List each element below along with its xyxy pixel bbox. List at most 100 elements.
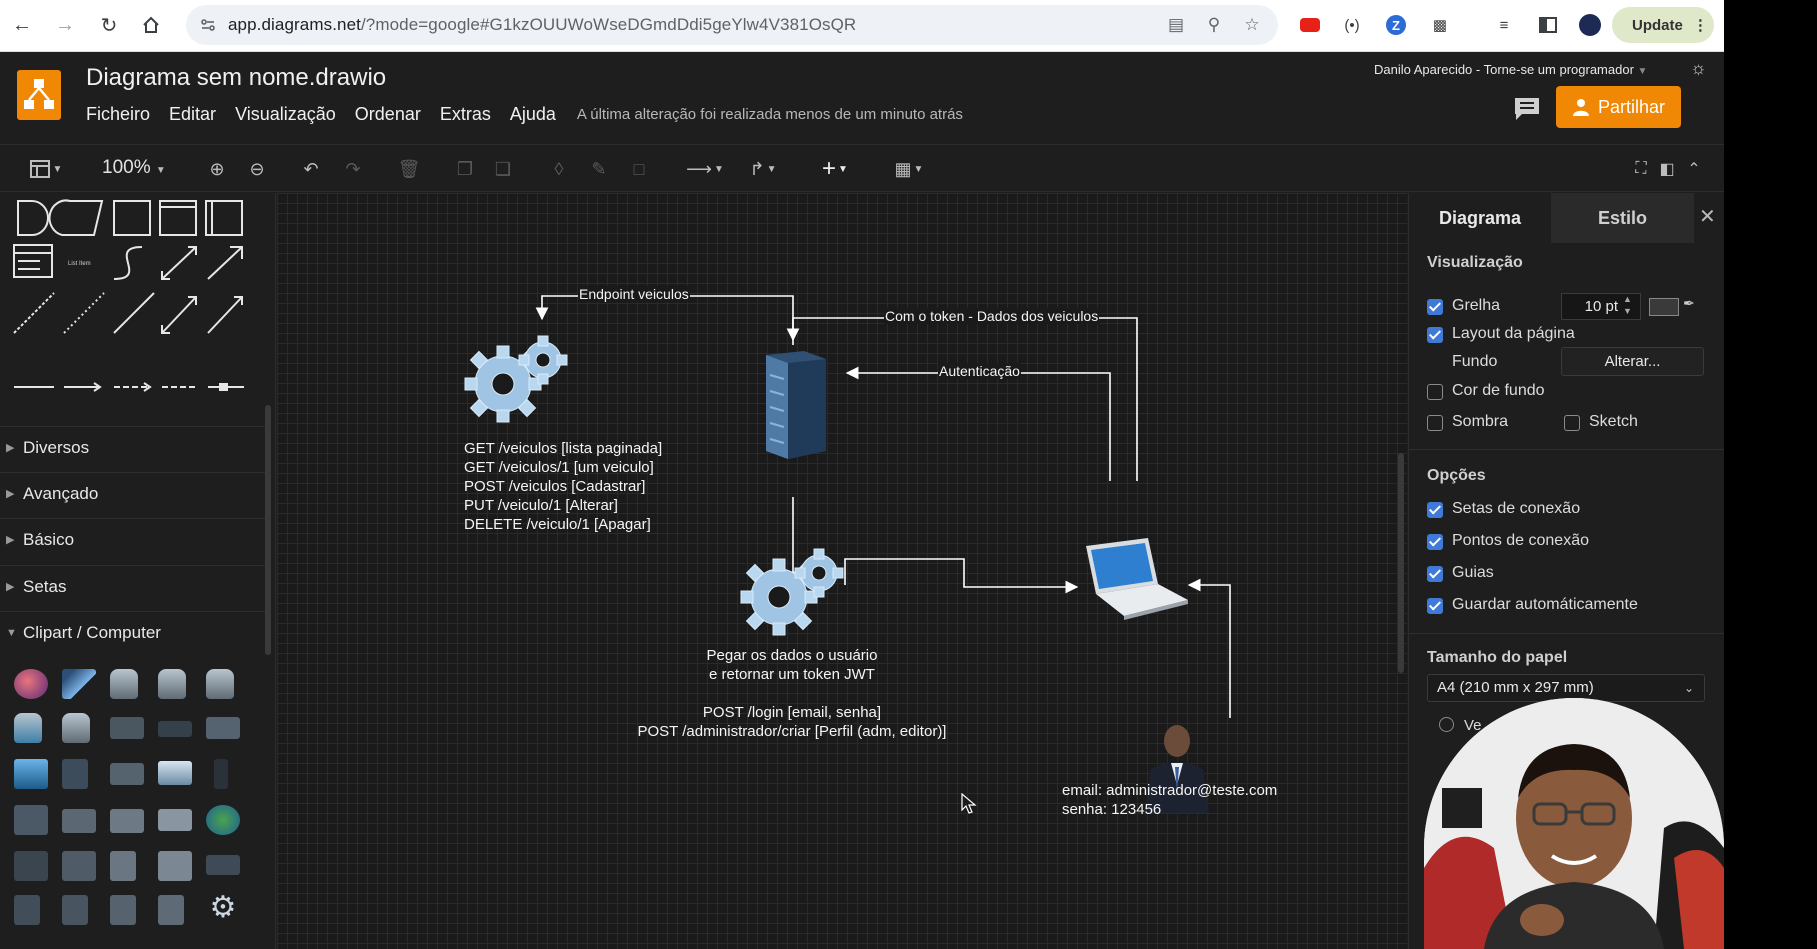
waypoints-icon[interactable]: ↱ ▼ [740, 155, 786, 183]
database-add-clipart-icon[interactable] [158, 669, 186, 699]
change-background-button[interactable]: Alterar... [1561, 347, 1704, 376]
forward-arrow-icon[interactable]: → [49, 9, 81, 41]
section-basic[interactable]: ▶ Básico [0, 518, 265, 562]
shadow-icon[interactable]: □ [626, 155, 652, 183]
address-bar[interactable]: app.diagrams.net/?mode=google#G1kzOUUWoW… [186, 5, 1278, 45]
menu-extras[interactable]: Extras [440, 104, 491, 125]
menu-edit[interactable]: Editar [169, 104, 216, 125]
netbook-clipart-icon[interactable] [110, 763, 144, 785]
panel-layout-icon[interactable]: ▼ [24, 155, 68, 183]
update-button[interactable]: Update ⋮ [1612, 7, 1714, 43]
laptop-clipart-icon[interactable] [206, 717, 240, 739]
database-delete-clipart-icon[interactable] [62, 713, 90, 743]
wrench-clipart-icon[interactable] [62, 669, 96, 699]
eyedropper-icon[interactable]: ✒ [1683, 295, 1695, 312]
diagram-canvas[interactable]: Endpoint veiculos Com o token - Dados do… [277, 193, 1407, 949]
media-control-icon[interactable]: ≡ [1490, 11, 1518, 39]
profile-avatar[interactable] [1576, 11, 1604, 39]
laptop2-clipart-icon[interactable] [158, 761, 192, 785]
more-options-icon[interactable]: ⋮ [1693, 16, 1708, 34]
portrait-radio[interactable] [1439, 717, 1454, 732]
connection-arrow-icon[interactable]: ⟶ ▼ [682, 155, 728, 183]
section-arrows[interactable]: ▶ Setas [0, 565, 265, 609]
gears-service-icon[interactable] [461, 328, 571, 428]
to-front-icon[interactable]: ❐ [452, 155, 478, 183]
monitor-clipart-icon[interactable] [14, 759, 48, 789]
workstation-clipart-icon[interactable] [110, 809, 144, 833]
theme-sun-icon[interactable]: ☼ [1690, 58, 1712, 80]
user-account[interactable]: Danilo Aparecido - Torne-se um programad… [1374, 62, 1647, 77]
tablet-clipart-icon[interactable] [62, 759, 88, 789]
page-layout-checkbox[interactable] [1427, 327, 1443, 343]
auth-description-line2[interactable]: e retornar um token JWT [642, 665, 942, 684]
laptop-client-icon[interactable] [1082, 538, 1192, 628]
table-icon[interactable]: ▦ ▼ [886, 155, 932, 183]
grid-color-swatch[interactable] [1649, 298, 1679, 316]
rack2-clipart-icon[interactable] [62, 895, 88, 925]
globe-clipart-icon[interactable] [14, 669, 48, 699]
back-arrow-icon[interactable]: ← [6, 9, 38, 41]
edge-label-auth[interactable]: Autenticação [938, 363, 1021, 379]
youtube-extension-icon[interactable] [1296, 11, 1324, 39]
grid-size-stepper[interactable]: ▲ ▼ [1623, 293, 1632, 317]
desktop-clipart-icon[interactable] [62, 809, 96, 833]
fill-color-icon[interactable]: ◊ [546, 155, 572, 183]
gear-clipart-icon[interactable]: ⚙ [206, 893, 240, 923]
server-icon[interactable] [758, 351, 830, 459]
line-color-icon[interactable]: ✎ [586, 155, 612, 183]
connection-points-checkbox[interactable] [1427, 534, 1443, 550]
tab-style[interactable]: Estilo [1551, 193, 1694, 243]
computer-clipart-icon[interactable] [14, 851, 48, 881]
reload-icon[interactable]: ↻ [93, 9, 125, 41]
close-icon[interactable]: ✕ [1699, 204, 1716, 229]
gears-auth-icon[interactable] [737, 541, 847, 641]
bookmark-star-icon[interactable]: ☆ [1238, 11, 1266, 39]
auth-description-line1[interactable]: Pegar os dados o usuário [642, 646, 942, 665]
edge-label-token[interactable]: Com o token - Dados dos veiculos [884, 308, 1100, 324]
database-remove-clipart-icon[interactable] [206, 669, 234, 699]
insert-plus-icon[interactable]: + ▼ [812, 155, 858, 183]
sidebar-scrollbar[interactable] [265, 405, 271, 655]
install-app-icon[interactable]: ▤ [1162, 11, 1190, 39]
menu-file[interactable]: Ficheiro [86, 104, 150, 125]
section-advanced[interactable]: ▶ Avançado [0, 472, 265, 516]
background-color-checkbox[interactable] [1427, 384, 1443, 400]
menu-view[interactable]: Visualização [235, 104, 336, 125]
user-email-text[interactable]: email: administrador@teste.com [1062, 781, 1277, 800]
last-saved-status[interactable]: A última alteração foi realizada menos d… [577, 106, 963, 123]
menu-help[interactable]: Ajuda [510, 104, 556, 125]
server-box-clipart-icon[interactable] [110, 717, 144, 739]
extensions-puzzle-icon[interactable]: ▩ [1426, 11, 1454, 39]
z-extension-icon[interactable]: Z [1382, 11, 1410, 39]
rack-clipart-icon[interactable] [14, 895, 40, 925]
zoom-in-icon[interactable]: ⊕ [204, 155, 230, 183]
format-panel-icon[interactable]: ◧ [1656, 155, 1678, 183]
document-title[interactable]: Diagrama sem nome.drawio [86, 64, 386, 92]
display-clipart-icon[interactable] [14, 805, 48, 835]
fullscreen-icon[interactable]: ⛶ [1630, 155, 1652, 183]
auth-endpoint-login[interactable]: POST /login [email, senha] [607, 703, 977, 722]
autosave-checkbox[interactable] [1427, 598, 1443, 614]
zoom-level[interactable]: 100% ▼ [102, 157, 166, 179]
tower2-clipart-icon[interactable] [158, 895, 184, 925]
site-info-icon[interactable] [194, 11, 222, 39]
user-password-text[interactable]: senha: 123456 [1062, 800, 1161, 819]
broadcast-extension-icon[interactable]: (•) [1338, 11, 1366, 39]
api-endpoints-text[interactable]: GET /veiculos [lista paginada] GET /veic… [464, 439, 662, 534]
laptop3-clipart-icon[interactable] [158, 809, 192, 831]
section-clipart-computer[interactable]: ▼ Clipart / Computer [0, 611, 265, 655]
database-blue-clipart-icon[interactable] [14, 713, 42, 743]
section-misc[interactable]: ▶ Diversos [0, 426, 265, 470]
redo-icon[interactable]: ↷ [340, 155, 366, 183]
connector-shapes-icons[interactable] [10, 381, 250, 393]
router2-clipart-icon[interactable] [206, 855, 240, 875]
zoom-icon[interactable]: ⚲ [1200, 11, 1228, 39]
zoom-out-icon[interactable]: ⊖ [244, 155, 270, 183]
to-back-icon[interactable]: ❑ [490, 155, 516, 183]
globe-network-clipart-icon[interactable] [206, 805, 240, 835]
sketch-checkbox[interactable] [1564, 415, 1580, 431]
printer-clipart-icon[interactable] [62, 851, 96, 881]
menu-arrange[interactable]: Ordenar [355, 104, 421, 125]
phone-clipart-icon[interactable] [214, 759, 228, 789]
delete-icon[interactable]: 🗑 [396, 155, 422, 183]
